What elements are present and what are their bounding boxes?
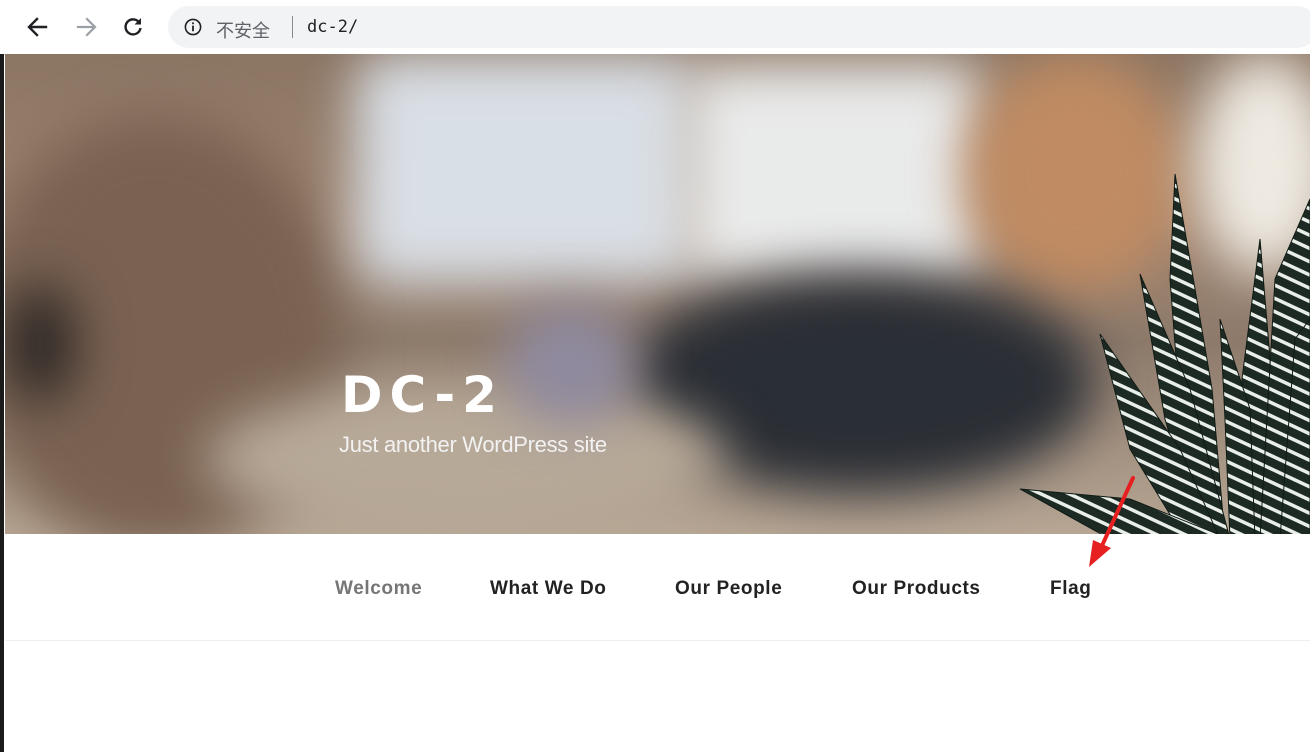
url-text[interactable]: dc-2/	[307, 17, 358, 37]
forward-button[interactable]	[72, 10, 102, 44]
forward-arrow-icon	[76, 17, 97, 37]
red-arrow-icon	[1089, 476, 1135, 567]
bg-shape	[505, 304, 635, 424]
nav-item-welcome[interactable]: Welcome	[335, 578, 422, 600]
nav-item-our-people[interactable]: Our People	[675, 578, 782, 600]
reload-icon	[124, 18, 142, 36]
nav-item-our-products[interactable]: Our Products	[852, 578, 981, 600]
nav-item-what-we-do[interactable]: What We Do	[490, 578, 606, 600]
browser-toolbar: 不安全 dc-2/	[0, 0, 1310, 55]
back-button[interactable]	[22, 10, 52, 44]
info-icon[interactable]	[184, 18, 202, 36]
back-arrow-icon	[27, 17, 48, 37]
reload-button[interactable]	[118, 10, 148, 44]
address-separator	[292, 16, 293, 38]
bg-shape	[5, 284, 75, 404]
nav-item-flag[interactable]: Flag	[1050, 578, 1091, 600]
site-tagline: Just another WordPress site	[339, 432, 607, 457]
security-status-label[interactable]: 不安全	[216, 17, 270, 43]
bg-window-light	[685, 64, 985, 284]
plant-image	[1019, 173, 1310, 534]
window-edge	[0, 54, 4, 752]
site-title[interactable]: DC-2	[341, 366, 504, 424]
address-bar[interactable]: 不安全 dc-2/	[168, 6, 1310, 48]
header-image: DC-2 Just another WordPress site	[5, 54, 1310, 534]
bg-window-light	[355, 54, 695, 284]
